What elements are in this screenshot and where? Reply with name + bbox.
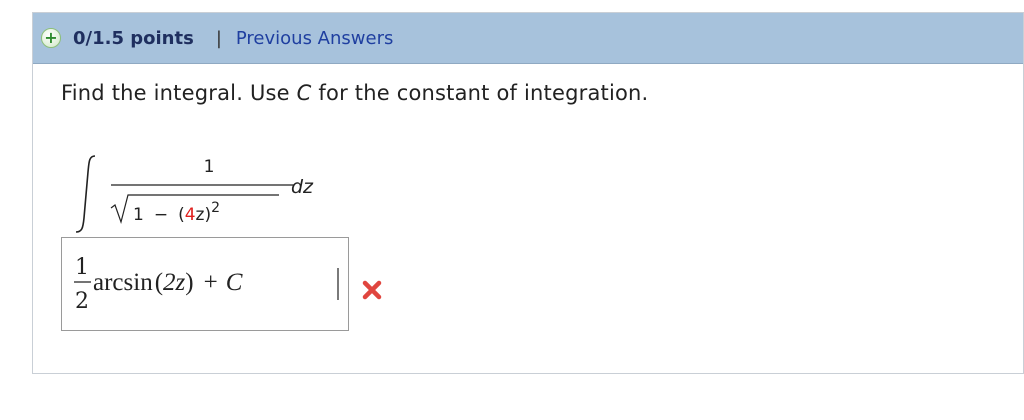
answer-denominator: 2 xyxy=(75,289,89,314)
radicand-open-paren: ( xyxy=(178,205,185,225)
question-card: + 0/1.5 points | Previous Answers Find t… xyxy=(32,12,1024,374)
prompt-constant-var: C xyxy=(296,81,312,105)
answer-open-paren: ( xyxy=(155,269,163,296)
answer-numerator: 1 xyxy=(75,255,89,280)
radicand-variable: z xyxy=(196,205,205,225)
expand-plus-icon[interactable]: + xyxy=(41,28,61,48)
answer-input-box[interactable]: 1 2 arcsin(2z) + C xyxy=(61,237,349,331)
question-header: + 0/1.5 points | Previous Answers xyxy=(33,13,1023,64)
radicand-minus: − xyxy=(154,205,168,225)
radicand-close-paren: ) xyxy=(204,205,211,225)
answer-math: 1 2 arcsin(2z) + C xyxy=(74,255,339,314)
radicand-exponent: 2 xyxy=(211,200,220,216)
answer-constant: C xyxy=(226,269,243,296)
integral-differential: dz xyxy=(291,176,314,198)
prompt-text-after: for the constant of integration. xyxy=(311,81,649,105)
integral-numerator: 1 xyxy=(204,157,215,177)
radicand-expression: 1− (4z)2 xyxy=(133,200,220,225)
radicand-one: 1 xyxy=(133,205,144,225)
points-score: 0/1.5 points xyxy=(73,27,194,49)
integral-sign xyxy=(75,155,96,233)
answer-function: arcsin xyxy=(93,269,153,296)
radicand-coefficient: 4 xyxy=(185,205,196,225)
answer-plus: + xyxy=(204,269,218,296)
integral-expression: 1 1− (4z)2 dz xyxy=(75,155,314,233)
answer-close-paren: ) xyxy=(185,269,193,296)
answer-argument: 2z xyxy=(163,269,186,296)
answer-expression: arcsin(2z) + C xyxy=(93,269,243,296)
red-x-icon xyxy=(362,280,382,300)
previous-answers-link[interactable]: Previous Answers xyxy=(236,28,393,49)
header-separator: | xyxy=(215,27,222,49)
question-prompt: Find the integral. Use C for the constan… xyxy=(61,81,648,105)
prompt-text-before: Find the integral. Use xyxy=(61,81,297,105)
